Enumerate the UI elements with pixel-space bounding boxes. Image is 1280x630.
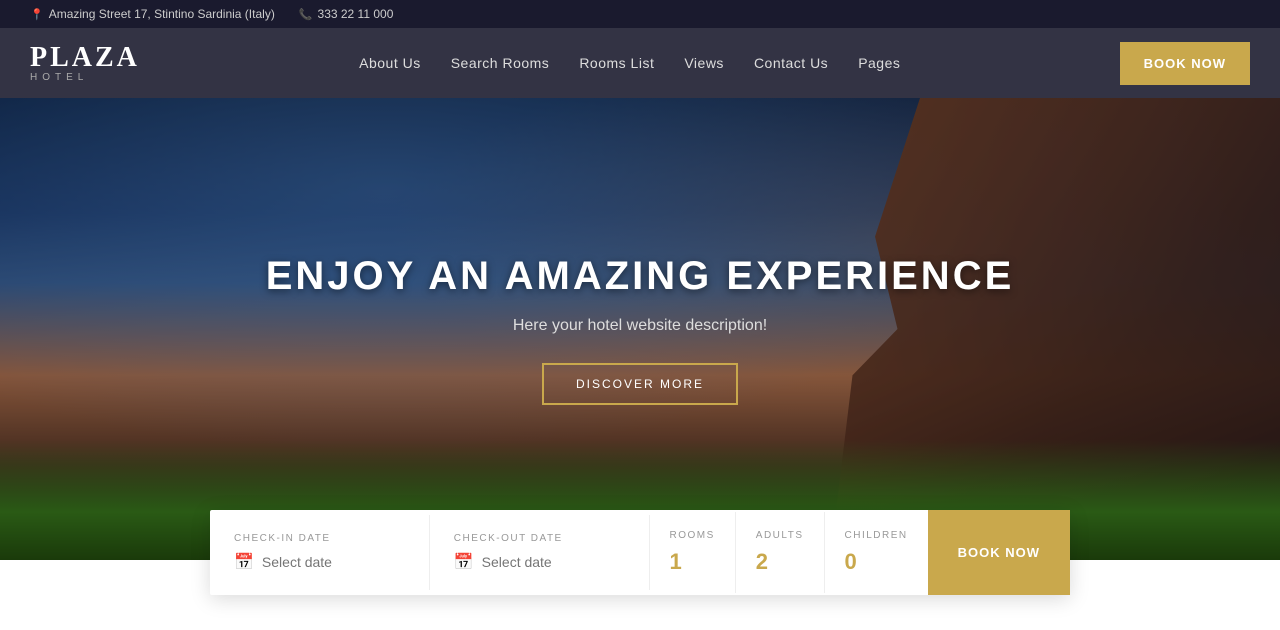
logo-sub: HOTEL	[30, 72, 88, 83]
checkin-date-input[interactable]	[262, 554, 405, 570]
adults-label: ADULTS	[756, 530, 804, 541]
children-value: 0	[845, 549, 908, 575]
rooms-value: 1	[670, 549, 715, 575]
adults-stepper: ADULTS 2	[736, 512, 825, 593]
checkin-label: CHECK-IN DATE	[234, 533, 405, 544]
phone-text: 333 22 11 000	[318, 7, 394, 21]
nav-about-us[interactable]: About Us	[359, 55, 421, 71]
nav-rooms-list[interactable]: Rooms List	[579, 55, 654, 71]
pin-icon	[30, 8, 44, 21]
nav-views[interactable]: Views	[684, 55, 724, 71]
adults-value: 2	[756, 549, 804, 575]
checkout-field: CHECK-OUT DATE 📅	[430, 515, 650, 590]
phone-item: 333 22 11 000	[299, 7, 394, 21]
hero-section: ENJOY AN AMAZING EXPERIENCE Here your ho…	[0, 98, 1280, 560]
phone-icon	[299, 8, 313, 21]
header: PLAZA HOTEL About Us Search Rooms Rooms …	[0, 28, 1280, 98]
hero-title: ENJOY AN AMAZING EXPERIENCE	[266, 254, 1015, 299]
booking-bar-book-now-button[interactable]: BOOK NOW	[928, 510, 1070, 595]
checkout-label: CHECK-OUT DATE	[454, 533, 625, 544]
logo-title: PLAZA	[30, 44, 140, 72]
nav-contact-us[interactable]: Contact Us	[754, 55, 828, 71]
checkin-input-row: 📅	[234, 552, 405, 572]
address-text: Amazing Street 17, Stintino Sardinia (It…	[49, 7, 275, 21]
discover-more-button[interactable]: DISCOVER MORE	[542, 363, 738, 405]
booking-bar: CHECK-IN DATE 📅 CHECK-OUT DATE 📅 ROOMS 1…	[210, 510, 1070, 595]
children-label: CHILDREN	[845, 530, 908, 541]
checkin-calendar-icon: 📅	[234, 552, 254, 572]
hero-description: Here your hotel website description!	[266, 317, 1015, 335]
checkout-date-input[interactable]	[482, 554, 625, 570]
children-stepper: CHILDREN 0	[825, 512, 928, 593]
top-bar: Amazing Street 17, Stintino Sardinia (It…	[0, 0, 1280, 28]
checkout-input-row: 📅	[454, 552, 625, 572]
header-book-now-button[interactable]: BOOK NOW	[1120, 42, 1250, 85]
checkin-field: CHECK-IN DATE 📅	[210, 515, 430, 590]
logo: PLAZA HOTEL	[30, 44, 140, 83]
hero-content: ENJOY AN AMAZING EXPERIENCE Here your ho…	[266, 254, 1015, 405]
rooms-label: ROOMS	[670, 530, 715, 541]
checkout-calendar-icon: 📅	[454, 552, 474, 572]
address-item: Amazing Street 17, Stintino Sardinia (It…	[30, 7, 275, 21]
nav-search-rooms[interactable]: Search Rooms	[451, 55, 550, 71]
main-nav: About Us Search Rooms Rooms List Views C…	[359, 55, 900, 71]
nav-pages[interactable]: Pages	[858, 55, 900, 71]
rooms-stepper: ROOMS 1	[650, 512, 736, 593]
